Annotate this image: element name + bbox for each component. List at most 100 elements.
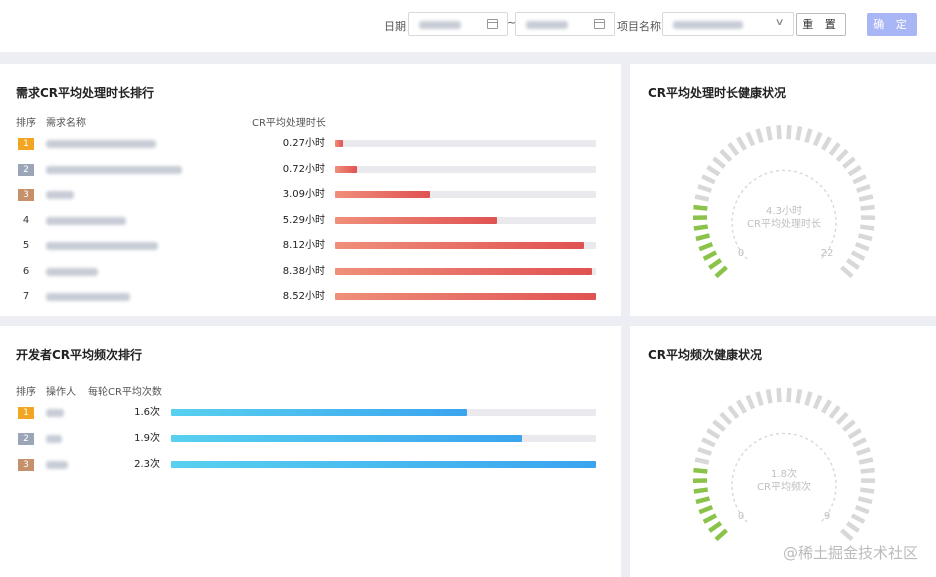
gauge-tick bbox=[845, 258, 860, 270]
progress-bar bbox=[335, 242, 584, 249]
progress-bar bbox=[171, 461, 596, 468]
calendar-icon bbox=[487, 19, 498, 29]
project-label: 项目名称 bbox=[617, 20, 661, 33]
gauge-min-label: 0 bbox=[738, 248, 744, 259]
progress-bar bbox=[335, 191, 430, 198]
gauge-tick bbox=[840, 528, 854, 542]
gauge-min-label: 0 bbox=[738, 511, 744, 522]
row-name bbox=[46, 242, 158, 250]
col-name-header: 需求名称 bbox=[46, 118, 86, 129]
rank-badge: 4 bbox=[22, 214, 30, 226]
progress-bar bbox=[335, 165, 358, 173]
progress-track bbox=[335, 191, 596, 198]
progress-bar bbox=[335, 140, 344, 147]
gauge-tick bbox=[701, 437, 716, 448]
card-title: CR平均频次健康状况 bbox=[648, 348, 763, 362]
gauge-caption: CR平均处理时长 bbox=[747, 218, 821, 230]
project-select[interactable]: ∨ bbox=[662, 12, 794, 36]
gauge-tick bbox=[694, 457, 710, 465]
gauge-tick bbox=[835, 148, 849, 163]
gauge-tick bbox=[727, 405, 740, 419]
progress-bar bbox=[171, 435, 523, 442]
gauge-tick bbox=[847, 428, 862, 440]
watermark: @稀土掘金技术社区 bbox=[782, 544, 918, 562]
gauge-tick bbox=[860, 467, 875, 474]
table-row: 3 3.09小时 bbox=[0, 188, 620, 202]
gauge-tick bbox=[694, 194, 710, 202]
gauge-tick-active bbox=[714, 265, 728, 279]
gauge-tick-active bbox=[698, 504, 714, 515]
gauge-tick bbox=[719, 148, 733, 163]
rank-badge: 6 bbox=[22, 265, 30, 277]
gauge-max-label: 22 bbox=[821, 248, 834, 259]
gauge-tick bbox=[712, 156, 726, 169]
row-value: 5.29小时 bbox=[282, 214, 325, 226]
progress-bar bbox=[171, 409, 467, 416]
gauge-tick bbox=[706, 165, 721, 177]
progress-track bbox=[335, 293, 596, 300]
dev-frequency-rank-card: 开发者CR平均频次排行 排序 操作人 每轮CR平均次数 1 1.6次 2 1.9次 3 2… bbox=[0, 326, 621, 577]
row-value: 1.6次 bbox=[134, 407, 160, 418]
gauge-tick bbox=[854, 504, 870, 515]
gauge-tick bbox=[736, 399, 748, 414]
row-value: 8.38小时 bbox=[282, 265, 325, 277]
gauge-tick bbox=[765, 126, 773, 141]
gauge-tick bbox=[812, 394, 823, 410]
gauge-tick-active bbox=[693, 224, 709, 231]
gauge-tick bbox=[856, 184, 871, 193]
gauge-tick bbox=[847, 165, 862, 177]
gauge-tick bbox=[719, 411, 733, 426]
row-name bbox=[46, 165, 182, 174]
row-value: 0.72小时 bbox=[282, 163, 325, 175]
gauge-tick bbox=[858, 194, 874, 202]
end-date-value bbox=[526, 21, 568, 29]
rank-badge: 2 bbox=[18, 163, 34, 176]
row-value: 0.27小时 bbox=[282, 138, 325, 149]
progress-track bbox=[335, 242, 596, 249]
chevron-down-icon: ∨ bbox=[774, 17, 785, 28]
gauge-tick bbox=[845, 521, 860, 533]
table-row: 5 8.12小时 bbox=[0, 239, 620, 253]
row-name bbox=[46, 409, 64, 417]
gauge-tick-active bbox=[695, 233, 711, 242]
end-date-input[interactable] bbox=[515, 12, 615, 36]
row-name bbox=[46, 293, 130, 301]
gauge-tick-active bbox=[702, 250, 718, 261]
gauge-tick bbox=[842, 156, 856, 169]
gauge-tick bbox=[850, 513, 866, 524]
row-value: 2.3次 bbox=[134, 459, 160, 470]
gauge-tick bbox=[858, 457, 874, 465]
progress-track bbox=[335, 267, 596, 275]
row-name bbox=[46, 191, 74, 199]
gauge-tick bbox=[745, 131, 756, 147]
start-date-value bbox=[419, 21, 461, 29]
gauge-tick bbox=[701, 174, 716, 185]
reset-button[interactable]: 重 置 bbox=[796, 13, 846, 36]
cr-frequency-health-card: CR平均频次健康状况 1.8次 CR平均频次 0 9 bbox=[630, 326, 936, 577]
row-value: 1.9次 bbox=[134, 433, 160, 444]
progress-track bbox=[171, 409, 596, 416]
gauge-tick bbox=[736, 136, 748, 151]
gauge-tick bbox=[804, 391, 813, 406]
confirm-button[interactable]: 确 定 bbox=[867, 13, 917, 36]
rank-badge: 7 bbox=[22, 291, 30, 302]
progress-bar bbox=[335, 216, 498, 224]
row-value: 8.52小时 bbox=[282, 291, 325, 302]
gauge-tick bbox=[828, 405, 841, 419]
rank-badge: 1 bbox=[18, 138, 34, 150]
start-date-input[interactable] bbox=[408, 12, 508, 36]
gauge-tick bbox=[842, 419, 856, 432]
progress-bar bbox=[335, 267, 592, 275]
gauge-tick bbox=[859, 487, 875, 494]
gauge-tick-active bbox=[698, 241, 714, 252]
gauge-tick bbox=[854, 241, 870, 252]
rank-badge: 3 bbox=[18, 459, 34, 471]
col-value-header: 每轮CR平均次数 bbox=[88, 387, 162, 398]
gauge-tick-active bbox=[695, 496, 711, 505]
gauge-tick bbox=[852, 437, 867, 448]
gauge-tick bbox=[786, 388, 792, 403]
progress-bar bbox=[335, 293, 596, 300]
rank-badge: 1 bbox=[18, 407, 34, 419]
col-rank-header: 排序 bbox=[16, 387, 36, 398]
gauge-tick bbox=[745, 394, 756, 410]
